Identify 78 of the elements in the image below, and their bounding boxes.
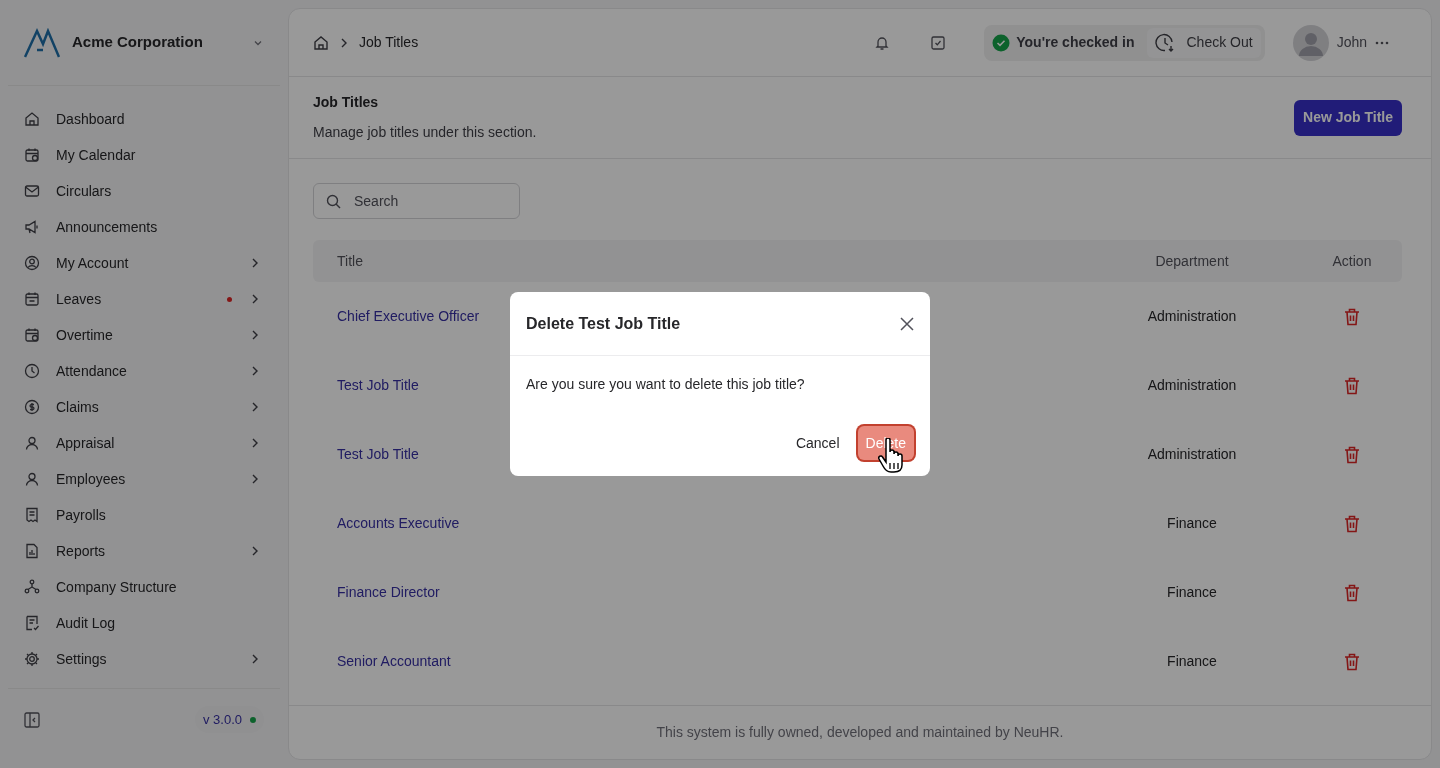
sidebar-item[interactable]: Circulars [16, 173, 272, 209]
column-header: Department [1154, 251, 1230, 271]
page-title: Job Titles [313, 93, 380, 112]
menu-item-icon [24, 327, 40, 343]
menu-item-icon [24, 651, 40, 667]
menu-item-icon [24, 579, 40, 595]
check-circle-icon [992, 33, 1011, 52]
dialog-message: Are you sure you want to delete this job title? [525, 375, 806, 394]
dialog-title: Delete Test Job Title [526, 313, 681, 334]
menu-item-icon [24, 471, 40, 487]
avatar-icon[interactable] [1292, 24, 1329, 61]
sidebar-item[interactable]: My Calendar [16, 137, 272, 173]
job-title-link[interactable]: Test Job Title [337, 375, 419, 396]
menu-item-icon [24, 291, 40, 307]
sidebar-item[interactable]: Claims [16, 389, 272, 425]
sidebar-item[interactable]: Payrolls [16, 497, 272, 533]
home-icon[interactable] [313, 34, 329, 51]
job-title-link[interactable]: Accounts Executive [337, 513, 460, 534]
table-cell-text: Finance [1166, 652, 1218, 671]
table-cell-text: Finance [1166, 514, 1218, 533]
column-header: Title [337, 251, 364, 271]
sidebar-item[interactable]: Employees [16, 461, 272, 497]
job-title-link[interactable]: Senior Accountant [337, 651, 451, 672]
column-header: Action [1331, 251, 1373, 271]
footer-text: This system is fully owned, developed and maintained by NeuHR. [656, 723, 1064, 742]
more-icon[interactable] [1375, 40, 1389, 45]
menu-item-icon [24, 147, 40, 163]
user-name: John [1336, 33, 1367, 52]
trash-icon[interactable] [1344, 307, 1360, 326]
trash-icon[interactable] [1344, 376, 1360, 395]
sidebar-item[interactable]: Audit Log [16, 605, 272, 641]
job-title-link[interactable]: Test Job Title [337, 444, 419, 465]
sidebar-item[interactable]: My Account [16, 245, 272, 281]
sidebar-item[interactable]: Overtime [16, 317, 272, 353]
sidebar-item[interactable]: Dashboard [16, 101, 272, 137]
menu-item-icon [24, 363, 40, 379]
menu-item-icon [24, 543, 40, 559]
menu-item-icon [24, 183, 40, 199]
menu-item-icon [24, 219, 40, 235]
trash-icon[interactable] [1344, 652, 1360, 671]
sidebar-item[interactable]: Company Structure [16, 569, 272, 605]
table-cell-text: Administration [1146, 376, 1238, 395]
job-title-link[interactable]: Chief Executive Officer [337, 306, 480, 327]
menu-item-icon [24, 615, 40, 631]
table-cell-text: Administration [1146, 307, 1238, 326]
page-subtitle: Manage job titles under this section. [313, 123, 537, 142]
clock-arrow-icon [1154, 32, 1175, 53]
sidebar-item[interactable]: Appraisal [16, 425, 272, 461]
breadcrumb-item[interactable]: Job Titles [359, 32, 419, 53]
sidebar-item[interactable]: Leaves [16, 281, 272, 317]
company-name: Acme Corporation [72, 32, 204, 53]
check-out-button[interactable]: Check Out [1146, 27, 1261, 58]
menu-item-icon [24, 399, 40, 415]
table-cell-text: Finance [1166, 583, 1218, 602]
search-field[interactable]: Search [313, 183, 520, 219]
sidebar-item[interactable]: Announcements [16, 209, 272, 245]
cancel-button[interactable]: Cancel [793, 425, 842, 461]
table-cell-text: Administration [1146, 445, 1238, 464]
checkbox-square-icon[interactable] [930, 34, 947, 51]
sidebar-collapse-icon[interactable] [24, 711, 40, 728]
trash-icon[interactable] [1344, 514, 1360, 533]
bell-icon[interactable] [874, 34, 891, 51]
menu-item-icon [24, 111, 40, 127]
close-icon[interactable] [900, 316, 914, 331]
trash-icon[interactable] [1344, 583, 1360, 602]
new-job-title-button[interactable]: New Job Title [1294, 99, 1402, 136]
menu-item-icon [24, 255, 40, 271]
menu-item-icon [24, 507, 40, 523]
job-title-link[interactable]: Finance Director [337, 582, 440, 603]
search-icon [326, 194, 341, 209]
sidebar-item[interactable]: Attendance [16, 353, 272, 389]
sidebar-item[interactable]: Settings [16, 641, 272, 677]
logo-icon [24, 27, 60, 58]
trash-icon[interactable] [1344, 445, 1360, 464]
menu-item-icon [24, 435, 40, 451]
checked-in-status: You're checked in [1016, 33, 1135, 52]
chevron-right-icon [339, 36, 349, 49]
sidebar-item[interactable]: Reports [16, 533, 272, 569]
